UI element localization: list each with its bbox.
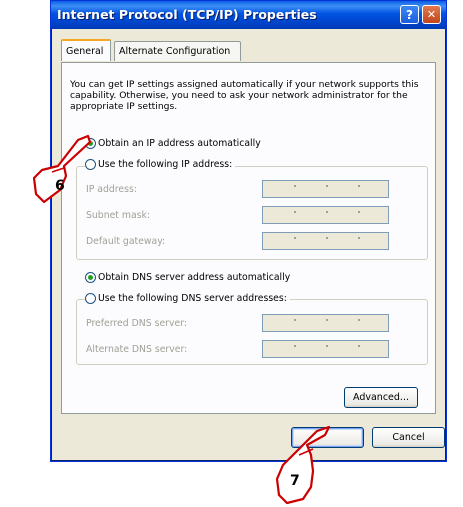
default-gateway-label: Default gateway: <box>86 236 166 247</box>
step-6-label: 6 <box>55 178 65 194</box>
step-6-hand-pointer <box>32 134 92 204</box>
step-7-label: 7 <box>290 473 300 489</box>
default-gateway-field <box>262 232 389 250</box>
preferred-dns-label: Preferred DNS server: <box>86 318 187 329</box>
tcpip-properties-dialog: Internet Protocol (TCP/IP) Properties ? … <box>50 0 447 462</box>
help-icon: ? <box>406 7 413 22</box>
description-text: You can get IP settings assigned automat… <box>70 79 419 112</box>
use-following-ip-label: Use the following IP address: <box>98 159 233 170</box>
use-following-dns-radio[interactable] <box>85 293 96 304</box>
obtain-dns-auto-option[interactable]: Obtain DNS server address automatically <box>85 272 290 283</box>
general-tab-panel: You can get IP settings assigned automat… <box>61 62 436 414</box>
use-following-dns-option[interactable]: Use the following DNS server addresses: <box>85 293 290 304</box>
cancel-button[interactable]: Cancel <box>372 427 445 448</box>
tab-alternate-configuration[interactable]: Alternate Configuration <box>114 41 241 61</box>
obtain-dns-auto-label: Obtain DNS server address automatically <box>98 272 291 283</box>
close-icon: ✕ <box>426 8 437 21</box>
advanced-button[interactable]: Advanced... <box>344 387 418 408</box>
use-following-ip-option[interactable]: Use the following IP address: <box>85 159 236 170</box>
title-bar: Internet Protocol (TCP/IP) Properties ? … <box>51 1 446 29</box>
window-title: Internet Protocol (TCP/IP) Properties <box>57 7 317 22</box>
step-7-hand-pointer <box>275 425 331 505</box>
tab-general[interactable]: General <box>61 39 111 61</box>
preferred-dns-field <box>262 314 389 332</box>
close-button[interactable]: ✕ <box>422 5 441 24</box>
obtain-ip-auto-option[interactable]: Obtain an IP address automatically <box>85 138 261 149</box>
ip-address-field <box>262 180 389 198</box>
help-button[interactable]: ? <box>400 5 419 24</box>
alternate-dns-label: Alternate DNS server: <box>86 344 188 355</box>
obtain-dns-auto-radio[interactable] <box>85 272 96 283</box>
obtain-ip-auto-label: Obtain an IP address automatically <box>98 138 261 149</box>
subnet-mask-field <box>262 206 389 224</box>
alternate-dns-field <box>262 340 389 358</box>
use-following-dns-label: Use the following DNS server addresses: <box>98 293 287 304</box>
